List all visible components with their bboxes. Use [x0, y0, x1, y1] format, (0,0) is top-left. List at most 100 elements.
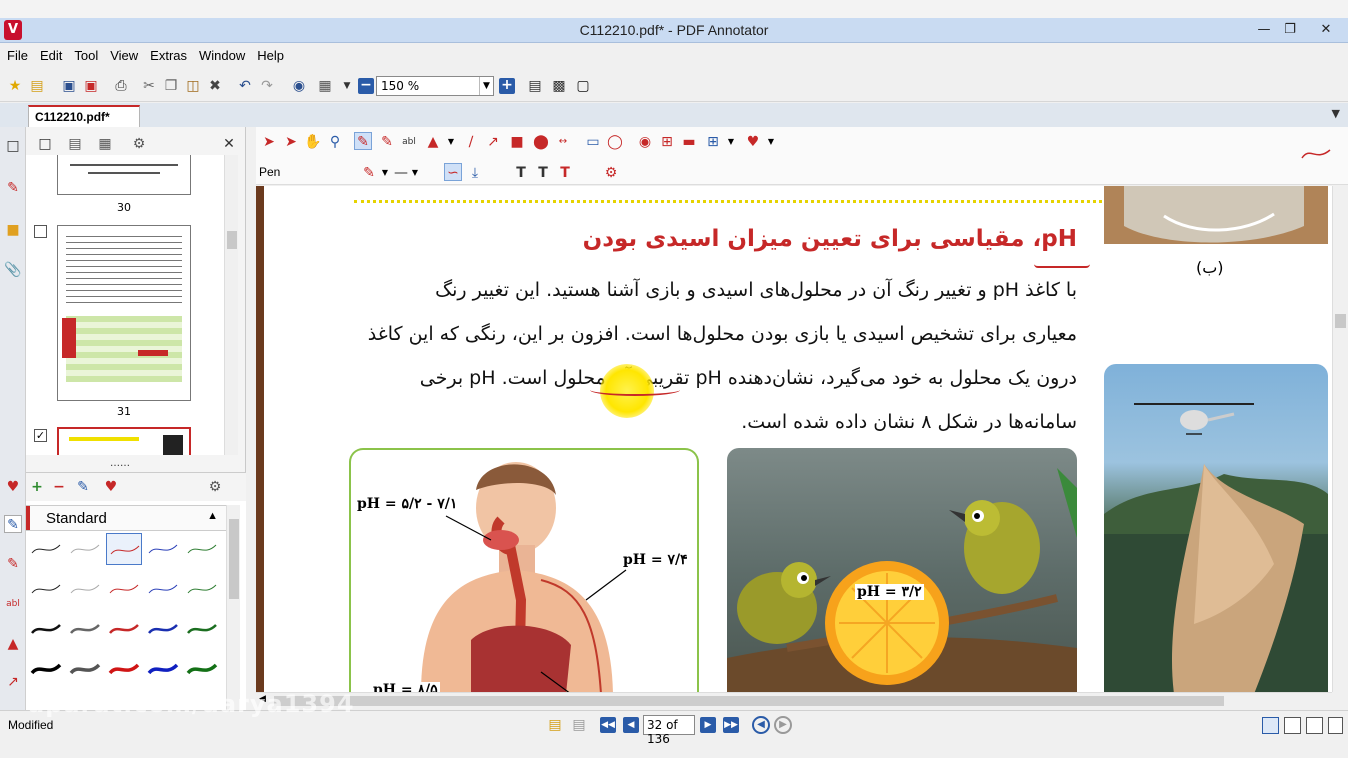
- document-view[interactable]: pH، مقیاسی برای تعیین میزان اسیدی بودن ب…: [256, 186, 1332, 692]
- lasso-icon[interactable]: ◯: [606, 133, 624, 151]
- pen-style-swatch[interactable]: [106, 613, 142, 645]
- layout-icon[interactable]: ▦: [96, 135, 114, 153]
- eraser-icon[interactable]: ▭: [584, 133, 602, 151]
- menu-view[interactable]: View: [103, 44, 143, 63]
- pen-style-swatch[interactable]: [106, 573, 142, 605]
- ruler-icon[interactable]: ▬: [680, 133, 698, 151]
- pdf-page[interactable]: pH، مقیاسی برای تعیین میزان اسیدی بودن ب…: [264, 186, 1332, 692]
- chevron-down-icon[interactable]: ▼: [1332, 107, 1340, 120]
- select-text-icon[interactable]: ➤: [282, 133, 300, 151]
- history-back-icon[interactable]: ▤: [546, 716, 564, 734]
- pen-style-swatch[interactable]: [145, 613, 181, 645]
- pen-style-swatch[interactable]: [106, 653, 142, 685]
- facing-continuous-view-icon[interactable]: [1328, 717, 1343, 734]
- save-icon[interactable]: ▣: [60, 77, 78, 95]
- remove-style-icon[interactable]: −: [50, 478, 68, 496]
- menu-edit[interactable]: Edit: [33, 44, 67, 63]
- crop-icon[interactable]: ⊞: [658, 133, 676, 151]
- continuous-view-icon[interactable]: [1284, 717, 1301, 734]
- text-format-icon[interactable]: T: [512, 164, 530, 182]
- page-options-icon[interactable]: ▤: [66, 135, 84, 153]
- bookmarks-icon[interactable]: ■: [4, 221, 22, 239]
- close-panel-icon[interactable]: ✕: [220, 135, 238, 153]
- pen-style-swatch[interactable]: [28, 613, 64, 645]
- stamp-icon[interactable]: ▲: [4, 635, 22, 653]
- chevron-down-icon[interactable]: ▼: [338, 77, 356, 95]
- favorites-heart-icon[interactable]: ♥: [744, 133, 762, 151]
- measure-icon[interactable]: ↔: [554, 133, 572, 151]
- ellipse-icon[interactable]: ⬤: [532, 133, 550, 151]
- highlighter-icon[interactable]: ✎: [4, 555, 22, 573]
- restore-icon[interactable]: ❐: [1276, 20, 1304, 40]
- pen-style-swatch[interactable]: [67, 613, 103, 645]
- pen-style-swatch[interactable]: [184, 573, 220, 605]
- text-underline-icon[interactable]: T: [534, 164, 552, 182]
- paste-icon[interactable]: ◫: [184, 77, 202, 95]
- thumbnail-page[interactable]: [57, 155, 191, 195]
- pen-style-swatch[interactable]: [145, 533, 181, 565]
- pen-tool-button[interactable]: ✎: [354, 132, 372, 150]
- text-box-icon[interactable]: abl: [400, 133, 418, 151]
- document-horizontal-scrollbar[interactable]: ◀: [256, 692, 1332, 708]
- arrow-icon[interactable]: ↗: [4, 673, 22, 691]
- tab-document[interactable]: C112210.pdf*: [28, 105, 140, 127]
- pen-style-swatch[interactable]: [184, 533, 220, 565]
- page-setup-icon[interactable]: ▦: [316, 77, 334, 95]
- page-number-field[interactable]: 32 of 136: [643, 715, 695, 746]
- pen-style-swatch[interactable]: [67, 533, 103, 565]
- select-arrow-icon[interactable]: ➤: [260, 133, 278, 151]
- pen-style-swatch[interactable]: [67, 573, 103, 605]
- add-image-icon[interactable]: ⊞: [704, 133, 722, 151]
- zoom-in-button[interactable]: +: [499, 78, 515, 94]
- add-style-icon[interactable]: +: [28, 478, 46, 496]
- heart-icon[interactable]: ♥: [102, 478, 120, 496]
- annotations-icon[interactable]: ✎: [4, 179, 22, 197]
- menu-help[interactable]: Help: [250, 44, 289, 63]
- save-as-icon[interactable]: ▣: [82, 77, 100, 95]
- pen-style-swatch[interactable]: [28, 533, 64, 565]
- pen-style-set[interactable]: Standard ▲: [26, 505, 226, 531]
- thumbnails-icon[interactable]: □: [4, 137, 22, 155]
- single-page-icon[interactable]: ▤: [526, 77, 544, 95]
- chevron-down-icon[interactable]: ▼: [722, 133, 740, 151]
- pen-style-swatch[interactable]: [145, 653, 181, 685]
- next-page-button[interactable]: ▶: [700, 717, 716, 733]
- pen-style-swatch[interactable]: [67, 653, 103, 685]
- new-document-icon[interactable]: ★: [6, 77, 24, 95]
- pen-style-scrollbar[interactable]: [226, 505, 240, 711]
- hand-icon[interactable]: ✋: [304, 133, 322, 151]
- pen-style-swatch[interactable]: [184, 653, 220, 685]
- edit-style-icon[interactable]: ✎: [74, 478, 92, 496]
- text-strikeout-icon[interactable]: T: [556, 164, 574, 182]
- arrow-line-icon[interactable]: ↗: [484, 133, 502, 151]
- pen-settings-icon[interactable]: ⚙: [602, 164, 620, 182]
- first-page-button[interactable]: ◀◀: [600, 717, 616, 733]
- back-icon[interactable]: ◀: [752, 716, 770, 734]
- magnifier-icon[interactable]: ⚲: [326, 133, 344, 151]
- history-forward-icon[interactable]: ▤: [570, 716, 588, 734]
- fit-page-icon[interactable]: ▩: [550, 77, 568, 95]
- menu-tool[interactable]: Tool: [67, 44, 103, 63]
- pen-style-swatch[interactable]: [28, 573, 64, 605]
- chevron-down-icon[interactable]: ▼: [442, 133, 460, 151]
- pen-tool-icon[interactable]: ✎: [4, 515, 22, 533]
- menu-file[interactable]: File: [0, 44, 33, 63]
- last-page-button[interactable]: ▶▶: [723, 717, 739, 733]
- print-icon[interactable]: ⎙: [112, 77, 130, 95]
- stamp-icon[interactable]: ▲: [424, 133, 442, 151]
- highlighter-icon[interactable]: ✎: [378, 133, 396, 151]
- thumbnail-page-current[interactable]: [57, 427, 191, 455]
- camera-icon[interactable]: ◉: [636, 133, 654, 151]
- wrench-icon[interactable]: ⚙: [130, 135, 148, 153]
- thumbnail-checkbox[interactable]: [34, 225, 47, 238]
- facing-view-icon[interactable]: [1306, 717, 1323, 734]
- forward-icon[interactable]: ▶: [774, 716, 792, 734]
- pen-style-swatch[interactable]: [28, 653, 64, 685]
- menu-window[interactable]: Window: [192, 44, 250, 63]
- ink-underline-text[interactable]: [590, 384, 680, 396]
- smooth-stroke-icon[interactable]: ∽: [444, 163, 462, 181]
- document-vertical-scrollbar[interactable]: [1332, 186, 1348, 692]
- pen-style-swatch[interactable]: [106, 533, 142, 565]
- chevron-up-icon[interactable]: ▲: [207, 510, 218, 522]
- menu-extras[interactable]: Extras: [143, 44, 192, 63]
